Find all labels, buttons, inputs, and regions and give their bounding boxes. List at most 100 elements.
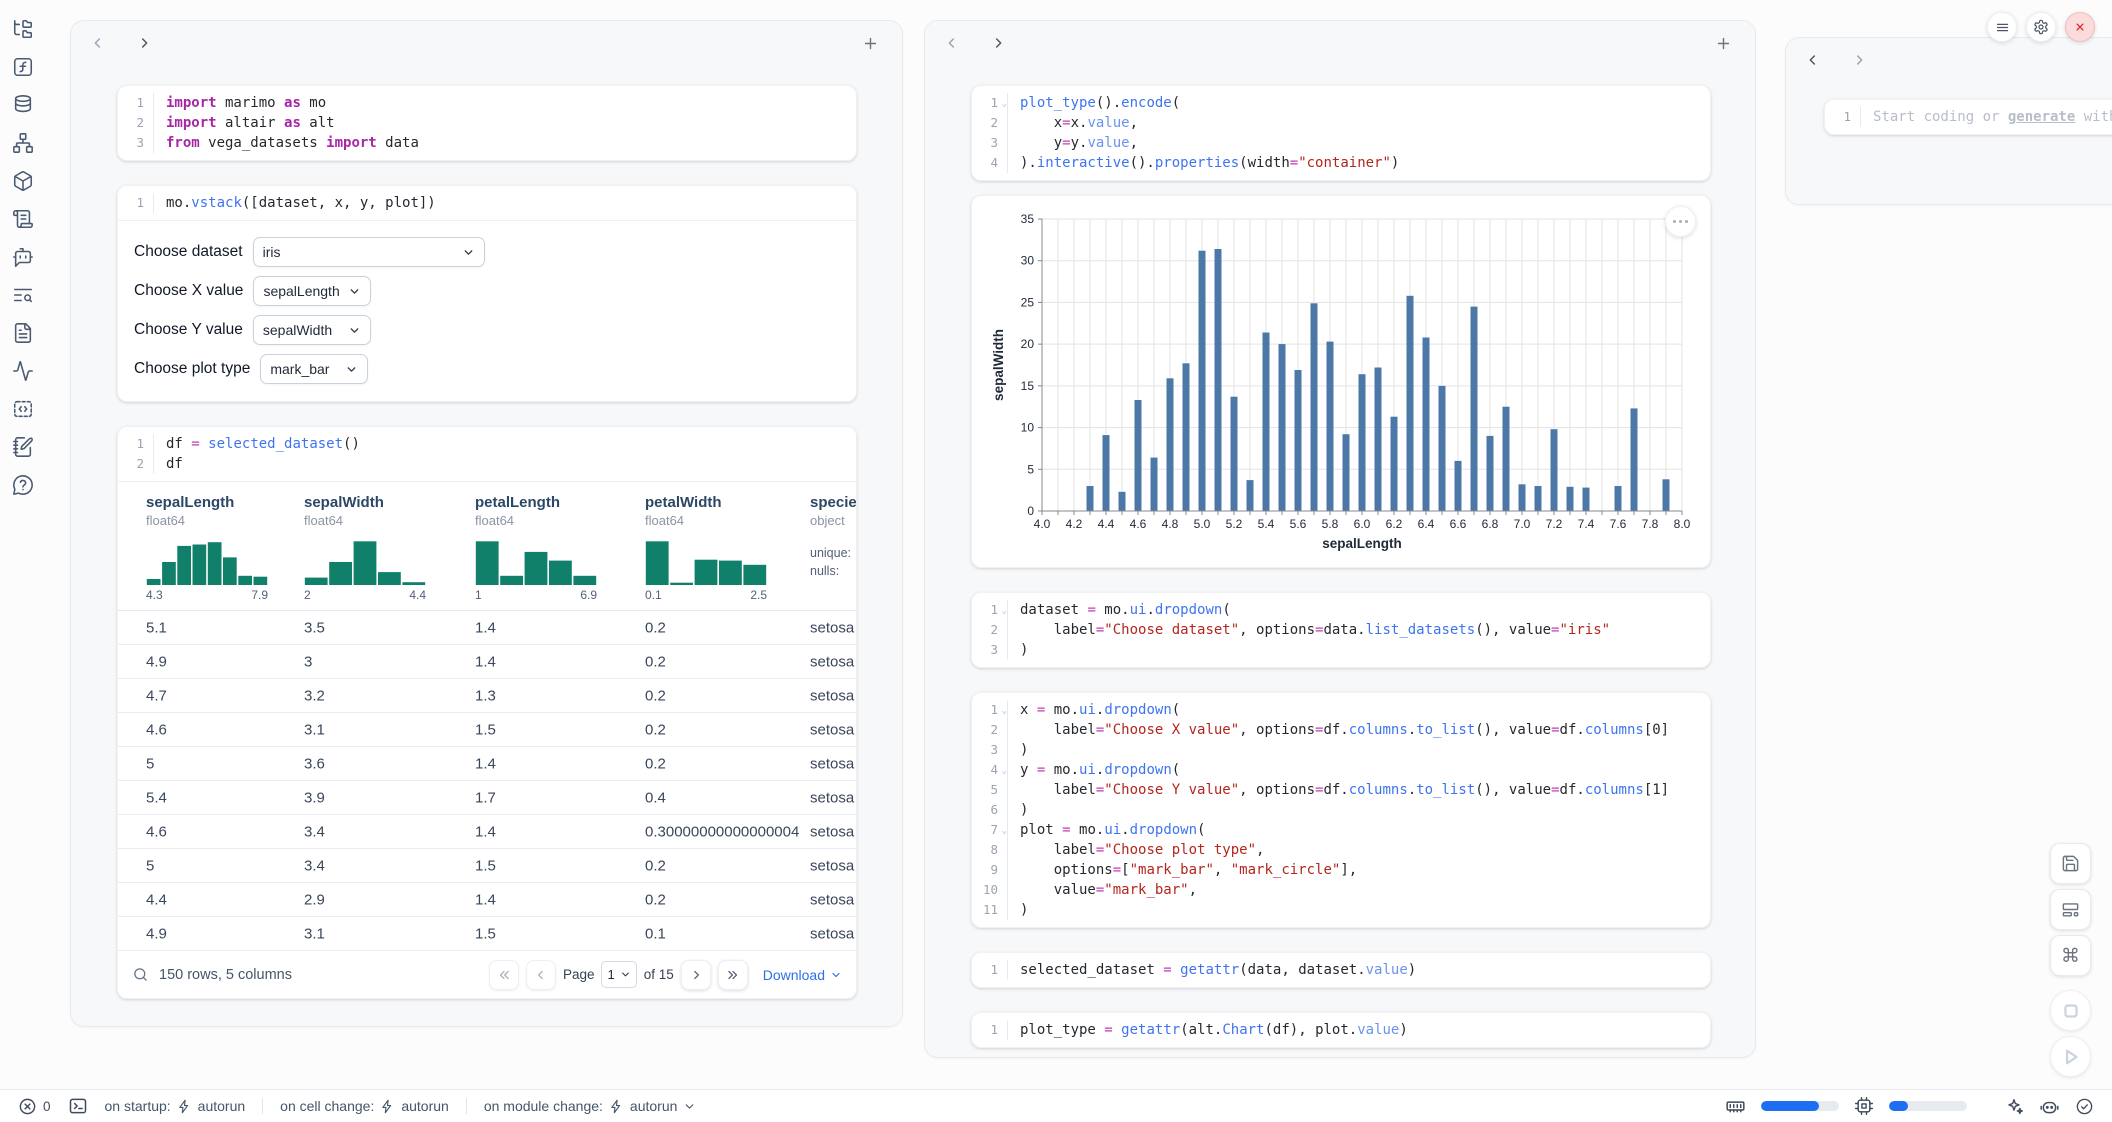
dropdown-row-y: Choose Y value sepalWidth <box>134 315 840 345</box>
table-row[interactable]: 4.931.40.2setosa <box>118 645 856 679</box>
sidebar-function-square-button[interactable] <box>12 55 36 79</box>
table-footer: 150 rows, 5 columns Page 1 of 15 <box>118 951 856 998</box>
svg-text:7.6: 7.6 <box>1610 517 1627 531</box>
settings-button[interactable] <box>2026 12 2056 42</box>
chevron-left-icon[interactable] <box>941 32 963 54</box>
on-cell-change-setting[interactable]: on cell change: autorun <box>280 1098 449 1114</box>
sidebar-help-button[interactable] <box>12 473 36 497</box>
table-row[interactable]: 4.42.91.40.2setosa <box>118 883 856 917</box>
table-row[interactable]: 5.43.91.70.4setosa <box>118 781 856 815</box>
table-column-header[interactable]: petalWidthfloat640.12.5 <box>645 494 767 602</box>
plot-type-select[interactable]: mark_bar <box>260 354 368 384</box>
sidebar-dependency-graph-button[interactable] <box>12 131 36 155</box>
chevron-right-icon[interactable] <box>133 32 155 54</box>
sidebar-tracing-button[interactable] <box>12 359 36 383</box>
hamburger-icon <box>1995 20 2010 35</box>
dataset-select[interactable]: iris <box>253 237 485 267</box>
first-page-button[interactable] <box>489 960 519 990</box>
code-editor[interactable]: 1df = selected_dataset()2df <box>118 427 856 481</box>
code-editor[interactable]: 1mo.vstack([dataset, x, y, plot]) <box>118 186 856 220</box>
scroll-icon <box>12 208 34 230</box>
sidebar-scratchpad-button[interactable] <box>12 435 36 459</box>
table-row[interactable]: 4.63.41.40.30000000000000004setosa <box>118 815 856 849</box>
table-row[interactable]: 4.93.11.50.1setosa <box>118 917 856 951</box>
table-column-header[interactable]: speciesobjectunique:nulls: <box>810 494 856 580</box>
bar-chart[interactable]: 4.04.24.44.64.85.05.25.45.65.86.06.26.46… <box>990 209 1692 554</box>
cell-plot-encode[interactable]: 1⌄plot_type().encode(2 x=x.value,3 y=y.v… <box>971 85 1711 181</box>
table-header-row: sepalLengthfloat644.37.9 sepalWidthfloat6… <box>118 482 856 611</box>
code-editor[interactable]: 1⌄plot_type().encode(2 x=x.value,3 y=y.v… <box>972 86 1710 180</box>
table-cell: 3.5 <box>304 619 325 636</box>
assistant-bot-icon[interactable] <box>2039 1096 2060 1117</box>
sidebar-log-search-button[interactable] <box>12 283 36 307</box>
sidebar-database-button[interactable] <box>12 93 36 117</box>
table-column-header[interactable]: petalLengthfloat6416.9 <box>475 494 597 602</box>
table-row[interactable]: 53.61.40.2setosa <box>118 747 856 781</box>
cell-plot-type[interactable]: 1plot_type = getattr(alt.Chart(df), plot… <box>971 1012 1711 1048</box>
svg-text:7.8: 7.8 <box>1642 517 1659 531</box>
chart-menu-button[interactable] <box>1665 206 1696 237</box>
code-editor[interactable]: 1plot_type = getattr(alt.Chart(df), plot… <box>972 1013 1710 1047</box>
table-row[interactable]: 53.41.50.2setosa <box>118 849 856 883</box>
search-icon[interactable] <box>132 966 149 983</box>
y-value-select[interactable]: sepalWidth <box>253 315 371 345</box>
table-column-header[interactable]: sepalWidthfloat6424.4 <box>304 494 426 602</box>
code-editor[interactable]: 1⌄dataset = mo.ui.dropdown(2 label="Choo… <box>972 593 1710 667</box>
close-button[interactable] <box>2065 12 2095 42</box>
layout-button[interactable] <box>2050 889 2091 930</box>
cell-empty-scratch[interactable]: 1Start coding or generate with <box>1824 99 2112 135</box>
cell-dataset-dropdown[interactable]: 1⌄dataset = mo.ui.dropdown(2 label="Choo… <box>971 592 1711 668</box>
download-button[interactable]: Download <box>763 967 842 983</box>
sidebar-chat-bot-button[interactable] <box>12 245 36 269</box>
table-cell: 1.4 <box>475 823 496 840</box>
file-tree-icon <box>12 18 34 40</box>
code-editor[interactable]: 1⌄x = mo.ui.dropdown(2 label="Choose X v… <box>972 693 1710 927</box>
table-cell: 0.4 <box>645 789 666 806</box>
cell-chart-output: 4.04.24.44.64.85.05.25.45.65.86.06.26.46… <box>971 195 1711 568</box>
chevron-right-icon[interactable] <box>987 32 1009 54</box>
table-cell: 1.4 <box>475 619 496 636</box>
cell-vstack[interactable]: 1mo.vstack([dataset, x, y, plot]) Choose… <box>117 185 857 402</box>
code-editor-placeholder[interactable]: 1Start coding or generate with <box>1825 100 2112 134</box>
save-button[interactable] <box>2050 843 2091 884</box>
chevron-down-icon <box>462 246 475 259</box>
sidebar-package-button[interactable] <box>12 169 36 193</box>
chevron-right-icon[interactable] <box>1848 49 1870 71</box>
cell-selected-dataset[interactable]: 1selected_dataset = getattr(data, datase… <box>971 952 1711 988</box>
code-editor[interactable]: 1import marimo as mo2import altair as al… <box>118 86 856 160</box>
on-module-change-setting[interactable]: on module change: autorun <box>484 1098 697 1114</box>
table-row[interactable]: 4.73.21.30.2setosa <box>118 679 856 713</box>
prev-page-button[interactable] <box>526 960 556 990</box>
next-page-button[interactable] <box>681 960 711 990</box>
connection-status-icon[interactable] <box>2075 1097 2094 1116</box>
ai-sparkles-icon[interactable] <box>2004 1096 2024 1116</box>
last-page-button[interactable] <box>718 960 748 990</box>
select-value: sepalLength <box>263 283 339 299</box>
chevron-left-icon[interactable] <box>87 32 109 54</box>
table-column-header[interactable]: sepalLengthfloat644.37.9 <box>146 494 268 602</box>
cell-imports[interactable]: 1import marimo as mo2import altair as al… <box>117 85 857 161</box>
terminal-icon[interactable] <box>68 1096 88 1116</box>
sidebar-document-button[interactable] <box>12 321 36 345</box>
add-cell-button[interactable] <box>1715 31 1739 55</box>
table-row[interactable]: 5.13.51.40.2setosa <box>118 611 856 645</box>
column-histogram <box>475 537 597 585</box>
error-count-icon[interactable] <box>18 1097 37 1116</box>
add-cell-button[interactable] <box>862 31 886 55</box>
svg-text:6.6: 6.6 <box>1450 517 1467 531</box>
stop-button[interactable] <box>2050 990 2091 1031</box>
cell-dataframe[interactable]: 1df = selected_dataset()2df sepalLengthf… <box>117 426 857 999</box>
sidebar-code-snippets-button[interactable] <box>12 397 36 421</box>
page-number-select[interactable]: 1 <box>601 961 636 988</box>
cell-xy-plot-dropdowns[interactable]: 1⌄x = mo.ui.dropdown(2 label="Choose X v… <box>971 692 1711 928</box>
keyboard-shortcuts-button[interactable]: ⌘ <box>2050 935 2091 976</box>
x-value-select[interactable]: sepalLength <box>253 276 371 306</box>
run-button[interactable] <box>2050 1036 2091 1077</box>
code-editor[interactable]: 1selected_dataset = getattr(data, datase… <box>972 953 1710 987</box>
chevron-left-icon[interactable] <box>1802 49 1824 71</box>
on-startup-setting[interactable]: on startup: autorun <box>105 1098 246 1114</box>
sidebar-file-tree-button[interactable] <box>12 17 36 41</box>
menu-button[interactable] <box>1987 12 2017 42</box>
table-row[interactable]: 4.63.11.50.2setosa <box>118 713 856 747</box>
sidebar-scroll-button[interactable] <box>12 207 36 231</box>
